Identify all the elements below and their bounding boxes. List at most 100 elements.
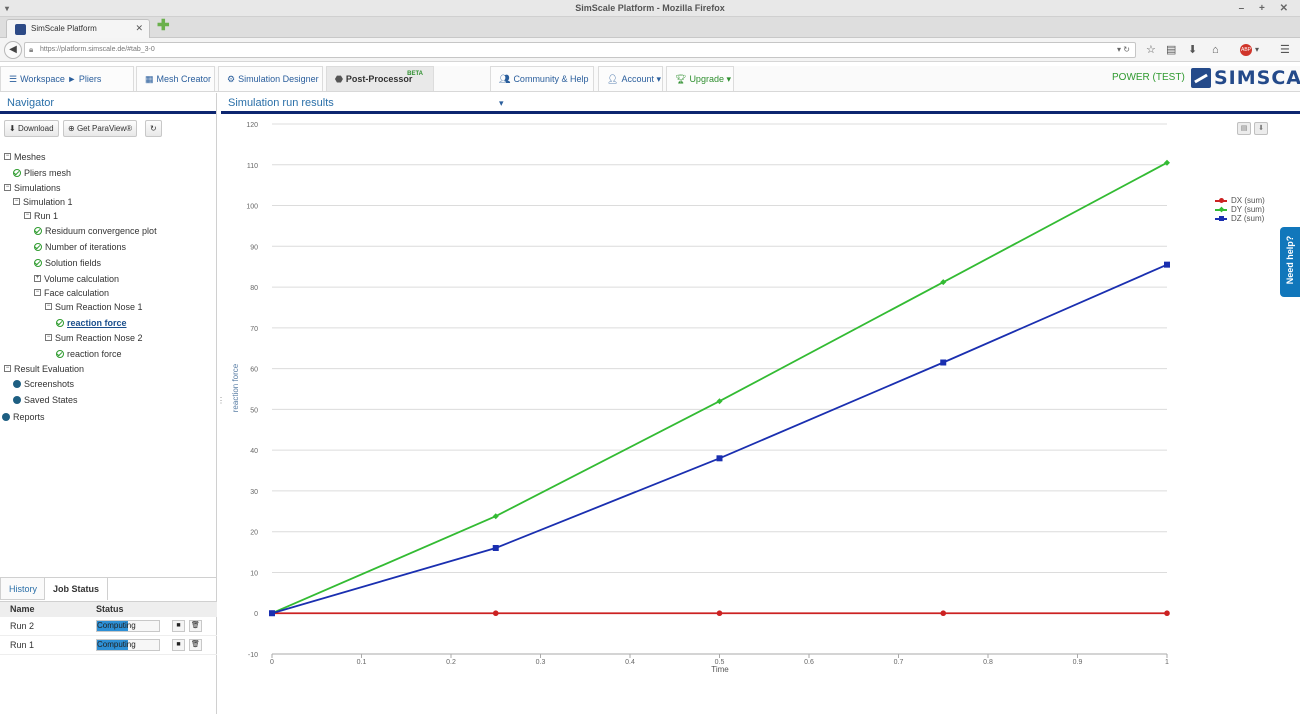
- navigator-title: Navigator: [0, 93, 216, 114]
- back-button[interactable]: ◀: [4, 41, 22, 59]
- tree-item-screenshots[interactable]: Screenshots: [13, 379, 74, 389]
- url-bar[interactable]: 🔒︎ https://platform.simscale.de/#tab_3-0…: [24, 42, 1136, 58]
- data-point: [1164, 610, 1170, 617]
- tree-item-label[interactable]: reaction force: [67, 318, 127, 328]
- tree-item-reports[interactable]: Reports: [2, 412, 45, 422]
- tree-item-label: Simulation 1: [23, 197, 73, 207]
- tab-history[interactable]: History: [0, 578, 47, 600]
- data-point: [492, 545, 499, 551]
- x-tick-label: 0.9: [1073, 659, 1083, 666]
- collapse-icon[interactable]: −: [24, 212, 31, 220]
- reading-list-icon[interactable]: ▤: [1166, 41, 1176, 59]
- legend-label: DX (sum): [1231, 196, 1265, 205]
- tree-item-sum-reaction-nose-1[interactable]: − Sum Reaction Nose 1: [45, 302, 143, 312]
- community-help-menu[interactable]: 👥︎ Community & Help ▾: [490, 66, 594, 108]
- workspace-breadcrumb[interactable]: ☰ Workspace ► Pliers: [0, 66, 134, 91]
- collapse-icon[interactable]: −: [13, 198, 20, 206]
- tree-item-reaction-force-2[interactable]: reaction force: [56, 349, 122, 359]
- browser-tab[interactable]: SimScale Platform ✕: [6, 19, 150, 38]
- tree-item-residuum[interactable]: Residuum convergence plot: [34, 226, 157, 236]
- tree-item-volume-calculation[interactable]: + Volume calculation: [34, 274, 119, 284]
- download-icon[interactable]: ⬇: [1188, 41, 1197, 59]
- tree-item-label: Saved States: [24, 395, 78, 405]
- tree-item-iterations[interactable]: Number of iterations: [34, 242, 126, 252]
- y-tick-label: 90: [250, 244, 258, 251]
- tree-item-sum-reaction-nose-2[interactable]: − Sum Reaction Nose 2: [45, 333, 143, 343]
- simscale-logo-icon[interactable]: [1191, 68, 1211, 88]
- x-tick-label: 0.3: [536, 659, 546, 666]
- tab-simulation-designer[interactable]: ⚙ Simulation Designer: [218, 66, 323, 91]
- bullet-icon: [2, 412, 10, 421]
- tab-close-icon[interactable]: ✕: [135, 20, 143, 37]
- breadcrumb-label: Workspace ► Pliers: [20, 74, 102, 84]
- tab-post-processor[interactable]: ⬣ Post-Processor BETA: [326, 66, 434, 91]
- tree-item-pliers-mesh[interactable]: Pliers mesh: [13, 168, 71, 178]
- data-point: [1164, 261, 1170, 268]
- collapse-icon[interactable]: −: [45, 334, 52, 342]
- tab-job-status[interactable]: Job Status: [44, 578, 109, 600]
- reload-icon[interactable]: ▾ ↻: [1117, 43, 1130, 57]
- need-help-button[interactable]: Need help?: [1280, 227, 1300, 297]
- menu-icon[interactable]: ☰: [1280, 41, 1290, 59]
- refresh-button[interactable]: ↻: [145, 120, 162, 137]
- bookmark-star-icon[interactable]: ☆: [1146, 41, 1156, 59]
- collapse-icon[interactable]: −: [34, 289, 41, 297]
- home-icon[interactable]: ⌂: [1212, 41, 1219, 59]
- collapse-icon[interactable]: −: [4, 184, 11, 192]
- tree-item-saved-states[interactable]: Saved States: [13, 395, 78, 405]
- series-line: [271, 263, 1168, 615]
- user-icon: 👤︎: [607, 74, 619, 84]
- stop-button[interactable]: ■: [172, 620, 185, 632]
- legend-item[interactable]: DZ (sum): [1214, 214, 1265, 223]
- stop-button[interactable]: ■: [172, 639, 185, 651]
- tree-item-label: Number of iterations: [45, 242, 127, 252]
- get-paraview-button[interactable]: ⊕ Get ParaView®: [63, 120, 138, 137]
- export-icon[interactable]: ⬇: [1254, 122, 1268, 135]
- job-name: Run 1: [10, 640, 35, 650]
- legend-item[interactable]: DX (sum): [1214, 196, 1265, 205]
- delete-button[interactable]: 🗑︎: [189, 639, 202, 651]
- window-menu-icon[interactable]: ▾: [5, 0, 9, 17]
- adblock-icon[interactable]: ABP: [1240, 44, 1252, 56]
- tree-item-solution-fields[interactable]: Solution fields: [34, 258, 101, 268]
- simulation-designer-label: Simulation Designer: [238, 74, 319, 84]
- tree-item-reaction-force-1[interactable]: reaction force: [56, 318, 127, 328]
- expand-icon[interactable]: +: [34, 275, 41, 283]
- bullet-icon: [13, 395, 21, 404]
- users-icon: 👥︎: [499, 74, 511, 84]
- window-title-bar: ▾ SimScale Platform - Mozilla Firefox – …: [0, 0, 1300, 17]
- y-tick-label: 70: [250, 326, 258, 333]
- collapse-icon[interactable]: −: [45, 303, 52, 311]
- y-tick-label: 20: [250, 530, 258, 537]
- window-controls[interactable]: – + ✕: [1239, 0, 1294, 17]
- tree-item-simulations[interactable]: − Simulations: [4, 183, 61, 193]
- download-button[interactable]: ⬇ Download: [4, 120, 59, 137]
- adblock-dropdown-icon[interactable]: ▾: [1255, 41, 1259, 59]
- collapse-icon[interactable]: −: [4, 153, 11, 161]
- y-tick-label: 100: [246, 204, 258, 211]
- print-icon[interactable]: ▤: [1237, 122, 1251, 135]
- new-tab-icon[interactable]: ✚: [157, 18, 171, 33]
- account-menu[interactable]: 👤︎ Account ▾: [598, 66, 663, 91]
- data-point: [716, 455, 723, 462]
- tree-item-result-evaluation[interactable]: − Result Evaluation: [4, 364, 84, 374]
- col-name: Name: [10, 604, 35, 614]
- table-row[interactable]: Run 1 Computing ■ 🗑︎: [0, 636, 217, 655]
- tree-item-meshes[interactable]: − Meshes: [4, 152, 46, 162]
- legend-item[interactable]: DY (sum): [1214, 205, 1265, 214]
- collapse-icon[interactable]: −: [4, 365, 11, 373]
- x-tick-label: 0.1: [357, 659, 367, 666]
- delete-button[interactable]: 🗑︎: [189, 620, 202, 632]
- tree-item-face-calculation[interactable]: − Face calculation: [34, 288, 109, 298]
- y-tick-label: 50: [250, 407, 258, 414]
- x-tick-label: 0.2: [446, 659, 456, 666]
- tree-item-run-1[interactable]: − Run 1: [24, 211, 58, 221]
- results-title: Simulation run results: [221, 93, 1300, 114]
- download-label: Download: [17, 124, 54, 133]
- table-row[interactable]: Run 2 Computing ■ 🗑︎: [0, 617, 217, 636]
- tab-mesh-creator[interactable]: ▦ Mesh Creator: [136, 66, 215, 91]
- upgrade-menu[interactable]: 🏆︎ Upgrade ▾: [666, 66, 734, 91]
- tree-item-label: Meshes: [14, 152, 46, 162]
- simscale-logo-text[interactable]: SIMSCALE: [1214, 67, 1300, 89]
- tree-item-simulation-1[interactable]: − Simulation 1: [13, 197, 73, 207]
